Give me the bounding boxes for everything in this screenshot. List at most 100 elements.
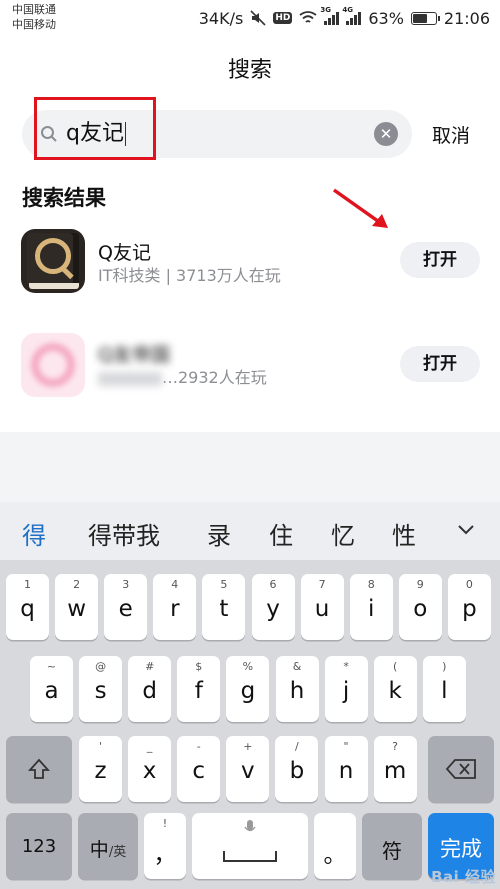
key-hint: _ bbox=[146, 740, 153, 753]
app-name: Q友帝国 bbox=[98, 344, 170, 366]
number-mode-label: 123 bbox=[21, 836, 57, 857]
key-label: z bbox=[94, 758, 107, 784]
signal-4g-label: 4G bbox=[342, 6, 353, 14]
key-u[interactable]: 7u bbox=[300, 574, 344, 640]
cancel-button[interactable]: 取消 bbox=[432, 121, 470, 148]
key-l[interactable]: ) l bbox=[422, 656, 466, 722]
number-mode-key[interactable]: 123 bbox=[6, 813, 72, 879]
key-a[interactable]: ~ a bbox=[30, 656, 73, 722]
key-m[interactable]: ? m bbox=[373, 736, 417, 802]
key-z[interactable]: ' z bbox=[79, 736, 122, 802]
key-label: e bbox=[118, 596, 133, 622]
key-hint: 8 bbox=[367, 578, 375, 591]
key-k[interactable]: (k bbox=[373, 656, 417, 722]
key-label: y bbox=[266, 596, 280, 622]
key-label: u bbox=[314, 596, 330, 622]
candidate-item[interactable]: 住 bbox=[269, 516, 293, 551]
network-speed: 34K/s bbox=[198, 8, 244, 28]
chevron-down-icon[interactable] bbox=[456, 519, 476, 539]
key-hint: 7 bbox=[318, 578, 326, 591]
key-x[interactable]: _ x bbox=[128, 736, 172, 802]
language-switch-label: 中/英 bbox=[78, 835, 138, 862]
key-b[interactable]: / b bbox=[275, 736, 319, 802]
candidate-item[interactable]: 得带我 bbox=[88, 516, 160, 551]
key-h[interactable]: & h bbox=[275, 656, 319, 722]
key-hint: 3 bbox=[122, 578, 130, 591]
lang-sub: /英 bbox=[108, 845, 127, 860]
backspace-key[interactable] bbox=[428, 736, 494, 802]
results-footer-area bbox=[0, 432, 500, 502]
candidate-item[interactable]: 录 bbox=[207, 516, 231, 551]
candidate-item[interactable]: 得 bbox=[22, 516, 46, 551]
key-n[interactable]: " n bbox=[324, 736, 368, 802]
key-d[interactable]: # d bbox=[128, 656, 172, 722]
key-label: a bbox=[44, 678, 59, 704]
key-hint: & bbox=[292, 660, 302, 673]
key-label: h bbox=[289, 678, 305, 704]
key-hint: # bbox=[145, 660, 155, 673]
key-j[interactable]: * j bbox=[324, 656, 368, 722]
key-t[interactable]: 5t bbox=[202, 574, 246, 640]
key-p[interactable]: 0p bbox=[447, 574, 491, 640]
key-c[interactable]: -c bbox=[177, 736, 221, 802]
key-y[interactable]: 6y bbox=[251, 574, 295, 640]
key-f[interactable]: $ f bbox=[177, 656, 221, 722]
key-hint: 4 bbox=[171, 578, 179, 591]
candidate-item[interactable]: 忆 bbox=[331, 516, 355, 551]
result-item[interactable]: Q友帝国 …2932人在玩 打开 bbox=[0, 330, 500, 400]
punctuation-key[interactable]: ! ， bbox=[144, 813, 186, 879]
battery-percent: 63% bbox=[368, 8, 404, 28]
key-label: i bbox=[367, 596, 375, 622]
lang-main: 中 bbox=[89, 839, 109, 861]
key-g[interactable]: % g bbox=[226, 656, 270, 722]
key-hint: 0 bbox=[465, 578, 473, 591]
candidate-item[interactable]: 性 bbox=[392, 516, 416, 551]
annotation-highlight-box bbox=[34, 97, 156, 160]
key-o[interactable]: 9o bbox=[398, 574, 442, 640]
result-item[interactable]: Q友记 IT科技类 | 3713万人在玩 打开 bbox=[0, 226, 500, 296]
key-hint: $ bbox=[195, 660, 203, 673]
key-label: b bbox=[289, 758, 305, 784]
key-hint: / bbox=[295, 740, 299, 753]
key-hint: 6 bbox=[269, 578, 277, 591]
hd-icon: HD bbox=[273, 12, 293, 24]
key-hint: 2 bbox=[73, 578, 81, 591]
space-key[interactable] bbox=[192, 813, 308, 879]
language-switch-key[interactable]: 中/英 bbox=[78, 813, 138, 879]
key-s[interactable]: @ s bbox=[79, 656, 123, 722]
annotation-arrow-icon bbox=[332, 188, 388, 228]
key-label: q bbox=[20, 596, 35, 622]
key-label: t bbox=[219, 596, 229, 622]
key-r[interactable]: 4r bbox=[153, 574, 197, 640]
results-section-title: 搜索结果 bbox=[22, 186, 106, 210]
key-hint: % bbox=[242, 660, 254, 673]
key-w[interactable]: 2w bbox=[55, 574, 99, 640]
key-hint: * bbox=[343, 660, 349, 673]
key-label: m bbox=[383, 758, 407, 784]
key-hint: - bbox=[196, 740, 201, 753]
key-e[interactable]: 3e bbox=[104, 574, 148, 640]
shift-key[interactable] bbox=[6, 736, 72, 802]
app-name: Q友记 bbox=[98, 242, 151, 264]
page-title: 搜索 bbox=[227, 58, 272, 83]
open-button[interactable]: 打开 bbox=[400, 242, 480, 278]
key-label: s bbox=[94, 678, 107, 704]
period-key[interactable]: 。 bbox=[314, 813, 356, 879]
key-hint: + bbox=[243, 740, 253, 753]
clear-icon[interactable]: ✕ bbox=[374, 122, 398, 146]
key-label: p bbox=[462, 596, 477, 622]
shift-icon bbox=[27, 758, 51, 779]
key-i[interactable]: 8i bbox=[349, 574, 393, 640]
key-label: j bbox=[342, 678, 350, 704]
signal-4g-icon: 4G bbox=[342, 6, 362, 25]
open-button[interactable]: 打开 bbox=[400, 346, 480, 382]
key-label: o bbox=[413, 596, 428, 622]
key-hint: 5 bbox=[220, 578, 228, 591]
app-book-icon bbox=[21, 229, 85, 293]
status-icons: 34K/s HD 3G 4G 63% 21:06 bbox=[198, 6, 490, 29]
key-label: x bbox=[142, 758, 157, 784]
symbol-key[interactable]: 符 bbox=[362, 813, 422, 879]
keyboard: 1q2w3e4r5t6y7u8i9o0p ~ a @ s # d $ f% g & h * j(k) l … bbox=[0, 560, 500, 889]
key-v[interactable]: + v bbox=[226, 736, 270, 802]
key-q[interactable]: 1q bbox=[6, 574, 49, 640]
